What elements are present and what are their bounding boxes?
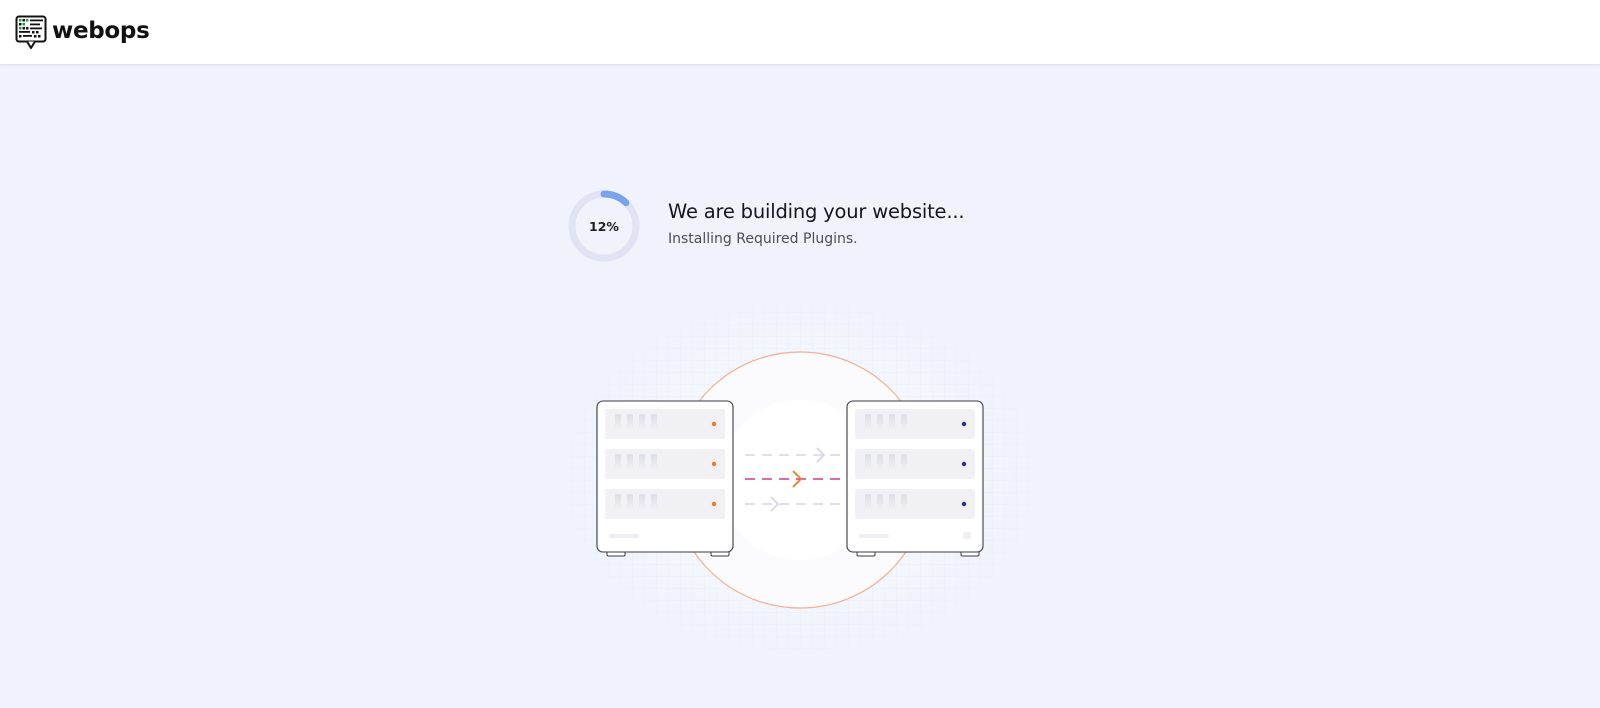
progress-percent: 12% [589, 218, 619, 234]
status-text: We are building your website... Installi… [668, 199, 965, 247]
migration-illustration [560, 300, 1040, 655]
destination-server-icon [846, 400, 984, 557]
build-status: 12% We are building your website... Inst… [568, 190, 965, 262]
top-bar: webops [0, 0, 1600, 65]
status-subtitle: Installing Required Plugins. [668, 230, 858, 247]
brand-name: webops [52, 18, 150, 44]
progress-ring: 12% [568, 190, 640, 262]
status-title: We are building your website... [668, 199, 965, 223]
source-server-icon [596, 400, 734, 557]
brand-logo[interactable]: webops [15, 15, 150, 51]
webops-logo-icon [15, 15, 47, 49]
